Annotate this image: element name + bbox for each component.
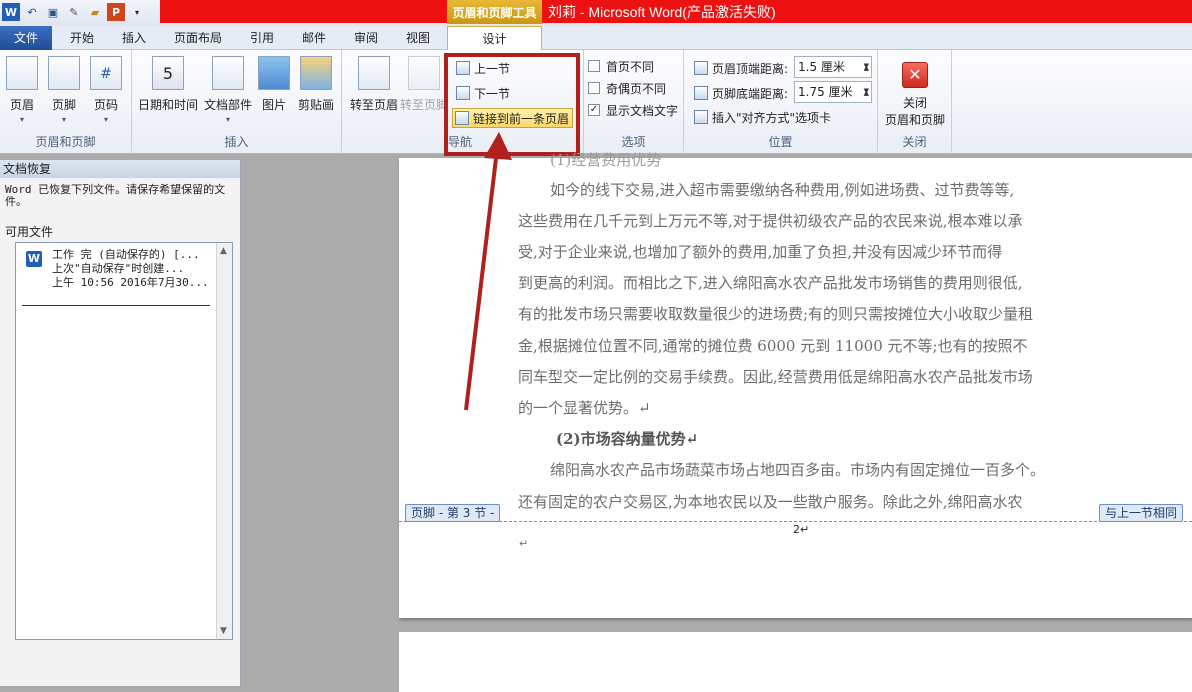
- group-options: 首页不同 奇偶页不同 ✓ 显示文档文字 选项: [584, 50, 684, 154]
- insert-alignment-tab-button[interactable]: 插入"对齐方式"选项卡: [694, 107, 831, 127]
- footer-section-tag: 页脚 - 第 3 节 -: [405, 504, 501, 522]
- powerpoint-icon[interactable]: P: [107, 3, 125, 21]
- tab-design[interactable]: 设计: [447, 26, 542, 50]
- file-list-scrollbar[interactable]: ▲ ▼: [216, 243, 232, 639]
- first-page-different-checkbox[interactable]: 首页不同: [588, 56, 654, 76]
- recovered-file-list: W 工作 完 (自动保存的) [... 上次"自动保存"时创建... 上午 10…: [15, 242, 233, 640]
- footer-icon: [48, 56, 80, 90]
- group-close: ✕ 关闭 页眉和页脚 关闭: [878, 50, 952, 154]
- group-header-footer: 页眉 ▾ 页脚 ▾ # 页码 ▾ 页眉和页脚: [0, 50, 132, 154]
- checkbox-box: [588, 82, 600, 94]
- file-list-separator: [22, 305, 210, 306]
- same-as-previous-tag: 与上一节相同: [1099, 504, 1184, 522]
- show-document-text-checkbox[interactable]: ✓ 显示文档文字: [588, 100, 678, 120]
- footer-bottom-distance-input[interactable]: 1.75 厘米 ▲ ▼: [794, 81, 872, 103]
- ribbon-tab-row: 文件 开始 插入 页面布局 引用 邮件 审阅 视图 设计: [0, 26, 1192, 50]
- body-line: 金,根据摊位位置不同,通常的摊位费 6000 元到 11000 元不等;也有的按…: [518, 337, 1028, 355]
- group-label: 关闭: [902, 135, 927, 149]
- cut-heading-text: (1)经营费用优势: [550, 151, 662, 169]
- page-number-icon: #: [90, 56, 122, 90]
- quick-parts-button[interactable]: 文档部件 ▾: [202, 54, 254, 124]
- group-label: 插入: [224, 135, 249, 149]
- footer-distance-icon: [694, 86, 708, 100]
- page-number-button[interactable]: # 页码 ▾: [80, 54, 132, 124]
- title-bar: W ↶ ▣ ✎ ▰ P ▾ 页眉和页脚工具 刘莉 - Microsoft Wor…: [0, 0, 1192, 26]
- tab-view[interactable]: 视图: [396, 26, 440, 50]
- header-top-distance-input[interactable]: 1.5 厘米 ▲ ▼: [794, 56, 872, 78]
- header-top-distance-label: 页眉顶端距离:: [694, 58, 788, 78]
- tab-home[interactable]: 开始: [60, 26, 104, 50]
- scroll-up-icon[interactable]: ▲: [220, 246, 227, 256]
- tab-review[interactable]: 审阅: [344, 26, 388, 50]
- quick-access-toolbar: W ↶ ▣ ✎ ▰ P ▾: [0, 2, 146, 22]
- tab-mailings[interactable]: 邮件: [292, 26, 336, 50]
- tab-file[interactable]: 文件: [0, 26, 52, 50]
- clip-art-button[interactable]: 剪贴画: [294, 54, 338, 113]
- context-tab-header: 页眉和页脚工具: [447, 0, 542, 24]
- ribbon: 页眉 ▾ 页脚 ▾ # 页码 ▾ 页眉和页脚 5 日期和时间 文档部件 ▾ 图片: [0, 50, 1192, 154]
- picture-button[interactable]: 图片: [254, 54, 294, 113]
- customize-icon[interactable]: ▾: [128, 3, 146, 21]
- document-recovery-pane: 文档恢复 Word 已恢复下列文件。请保存希望保留的文件。 可用文件 W 工作 …: [0, 160, 241, 686]
- body-line: 还有固定的农户交易区,为本地农民以及一些散户服务。除此之外,绵阳高水农: [518, 493, 1023, 511]
- document-next-page[interactable]: [399, 632, 1192, 692]
- group-label: 位置: [768, 135, 793, 149]
- goto-footer-button[interactable]: 转至页脚: [400, 54, 448, 113]
- body-line: 受,对于企业来说,也增加了额外的费用,加重了负担,并没有因减少环节而得: [518, 243, 1003, 261]
- calendar-clock-icon: 5: [152, 56, 184, 90]
- window-title: 刘莉 - Microsoft Word(产品激活失败): [548, 4, 776, 20]
- header-distance-icon: [694, 61, 708, 75]
- available-files-label: 可用文件: [5, 225, 54, 239]
- group-label: 页眉和页脚: [35, 135, 96, 149]
- goto-footer-icon: [408, 56, 440, 90]
- spin-down-icon[interactable]: ▼: [864, 56, 869, 76]
- paragraph-mark: ↵: [519, 537, 529, 550]
- goto-header-icon: [358, 56, 390, 90]
- chevron-down-icon: ▾: [103, 115, 108, 124]
- clip-art-icon: [300, 56, 332, 90]
- word-icon[interactable]: W: [2, 3, 20, 21]
- date-time-button[interactable]: 5 日期和时间: [136, 54, 200, 113]
- footer-boundary-line: [399, 521, 1192, 522]
- group-label: 选项: [621, 135, 646, 149]
- check-mark-icon: ✓: [588, 104, 600, 116]
- page-number[interactable]: 2↵: [793, 523, 809, 536]
- tab-references[interactable]: 引用: [240, 26, 284, 50]
- word-document-icon: W: [26, 251, 42, 267]
- picture-icon: [258, 56, 290, 90]
- footer-bottom-distance-label: 页脚底端距离:: [694, 83, 788, 103]
- body-line: 的一个显著优势。↵: [518, 399, 651, 417]
- tab-page-layout[interactable]: 页面布局: [166, 26, 230, 50]
- body-line: 到更高的利润。而相比之下,进入绵阳高水农产品批发市场销售的费用则很低,: [518, 274, 1023, 292]
- checkbox-box: [588, 60, 600, 72]
- edit-icon[interactable]: ✎: [65, 3, 83, 21]
- group-position: 页眉顶端距离: 1.5 厘米 ▲ ▼ 页脚底端距离: 1.75 厘米 ▲ ▼ 插…: [684, 50, 878, 154]
- body-line: 绵阳高水农产品市场蔬菜市场占地四百多亩。市场内有固定摊位一百多个。: [550, 461, 1046, 479]
- odd-even-different-checkbox[interactable]: 奇偶页不同: [588, 78, 666, 98]
- recovery-pane-title: 文档恢复: [0, 160, 240, 178]
- section-heading: (2)市场容纳量优势↵: [556, 430, 699, 448]
- close-header-footer-button[interactable]: ✕ 关闭 页眉和页脚: [882, 54, 948, 128]
- chevron-down-icon: ▾: [225, 115, 230, 124]
- quick-parts-icon: [212, 56, 244, 90]
- goto-header-button[interactable]: 转至页眉: [346, 54, 402, 113]
- tab-insert[interactable]: 插入: [112, 26, 156, 50]
- alignment-tab-icon: [694, 110, 708, 124]
- folder-icon[interactable]: ▰: [86, 3, 104, 21]
- body-line: 有的批发市场只需要收取数量很少的进场费;有的则只需按摊位大小收取少量租: [518, 305, 1034, 323]
- body-line: 如今的线下交易,进入超市需要缴纳各种费用,例如进场费、过节费等等,: [550, 181, 1015, 199]
- header-icon: [6, 56, 38, 90]
- annotation-highlight-box: [444, 53, 580, 156]
- close-icon: ✕: [902, 62, 928, 88]
- save-icon[interactable]: ▣: [44, 3, 62, 21]
- scroll-down-icon[interactable]: ▼: [220, 626, 227, 636]
- group-insert: 5 日期和时间 文档部件 ▾ 图片 剪贴画 插入: [132, 50, 342, 154]
- body-line: 这些费用在几千元到上万元不等,对于提供初级农产品的农民来说,根本难以承: [518, 212, 1023, 230]
- body-line: 同车型交一定比例的交易手续费。因此,经营费用低是绵阳高水农产品批发市场: [518, 368, 1033, 386]
- recovery-message: Word 已恢复下列文件。请保存希望保留的文件。: [5, 183, 226, 208]
- undo-icon[interactable]: ↶: [23, 3, 41, 21]
- spin-down-icon[interactable]: ▼: [864, 81, 869, 101]
